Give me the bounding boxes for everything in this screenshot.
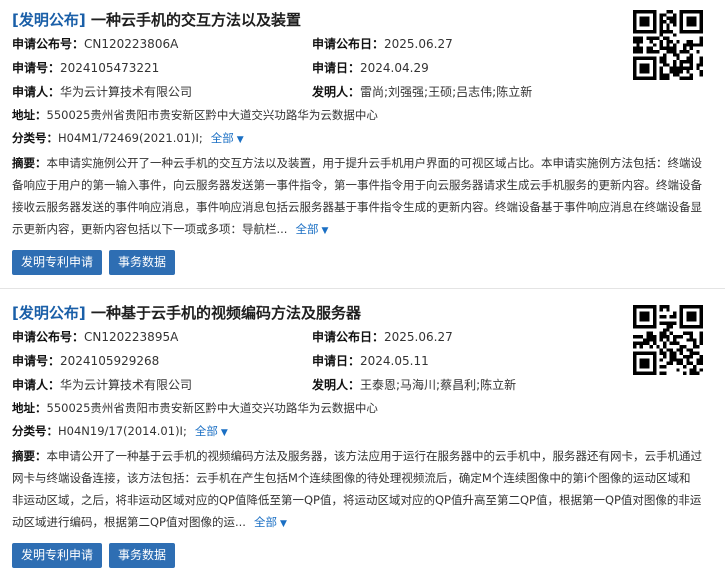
app-no-value: 2024105473221 [60,61,160,75]
abstract: 摘要：本申请实施例公开了一种云手机的交互方法以及装置，用于提升云手机用户界面的可… [12,152,702,242]
pub-date-value: 2025.06.27 [384,330,453,344]
affairs-data-button[interactable]: 事务数据 [109,543,176,568]
inventor-value: 雷尚;刘强强;王硕;吕志伟;陈立新 [360,85,533,99]
classification-value: H04M1/72469(2021.01)I; [58,131,203,145]
pub-date-value: 2025.06.27 [384,37,453,51]
abstract-text: 本申请公开了一种基于云手机的视频编码方法及服务器，该方法应用于运行在服务器中的云… [12,449,702,529]
invention-application-button[interactable]: 发明专利申请 [12,543,103,568]
expand-label: 全部 [253,515,277,529]
invention-application-button[interactable]: 发明专利申请 [12,250,103,275]
inventor-label: 发明人： [312,378,361,392]
qr-code-icon [633,10,703,80]
affairs-data-button[interactable]: 事务数据 [109,250,176,275]
inventor-label: 发明人： [312,85,361,99]
applicant-value: 华为云计算技术有限公司 [60,85,193,99]
patent-title[interactable]: [发明公布] 一种云手机的交互方法以及装置 [12,8,713,32]
abstract-expand-link[interactable]: 全部 ▼ [254,515,287,529]
caret-down-icon: ▼ [279,519,287,529]
qr-code-icon [633,305,703,375]
expand-label: 全部 [194,424,218,438]
address-label: 地址： [12,401,47,415]
address-value: 550025贵州省贵阳市贵安新区黔中大道交兴功路华为云数据中心 [46,108,378,122]
pub-no-label: 申请公布号： [12,37,85,51]
expand-label: 全部 [210,131,234,145]
patent-title[interactable]: [发明公布] 一种基于云手机的视频编码方法及服务器 [12,301,713,325]
app-date-value: 2024.05.11 [360,354,429,368]
pub-date-label: 申请公布日： [312,330,385,344]
patent-title-text[interactable]: 一种基于云手机的视频编码方法及服务器 [91,304,361,322]
patent-type-tag: [发明公布] [12,304,86,322]
app-no-label: 申请号： [12,61,61,75]
applicant-value: 华为云计算技术有限公司 [60,378,193,392]
address-value: 550025贵州省贵阳市贵安新区黔中大道交兴功路华为云数据中心 [46,401,378,415]
pub-no-label: 申请公布号： [12,330,85,344]
classification-label: 分类号： [12,424,58,438]
patent-card-2: [发明公布] 一种基于云手机的视频编码方法及服务器 申请公布号：CN120223… [0,289,725,574]
abstract: 摘要：本申请公开了一种基于云手机的视频编码方法及服务器，该方法应用于运行在服务器… [12,445,702,535]
applicant-label: 申请人： [12,378,61,392]
abstract-expand-link[interactable]: 全部 ▼ [295,222,328,236]
classification-expand-link[interactable]: 全部 ▼ [211,131,244,145]
app-date-label: 申请日： [312,61,361,75]
abstract-label: 摘要： [12,156,47,170]
classification-expand-link[interactable]: 全部 ▼ [195,424,228,438]
caret-down-icon: ▼ [321,226,329,236]
app-no-label: 申请号： [12,354,61,368]
classification-label: 分类号： [12,131,58,145]
patent-card-1: [发明公布] 一种云手机的交互方法以及装置 申请公布号：CN120223806A… [0,0,725,288]
app-date-label: 申请日： [312,354,361,368]
pub-no-value: CN120223895A [84,330,179,344]
app-no-value: 2024105929268 [60,354,160,368]
pub-no-value: CN120223806A [84,37,179,51]
classification-value: H04N19/17(2014.01)I; [58,424,187,438]
app-date-value: 2024.04.29 [360,61,429,75]
address-label: 地址： [12,108,47,122]
applicant-label: 申请人： [12,85,61,99]
abstract-text: 本申请实施例公开了一种云手机的交互方法以及装置，用于提升云手机用户界面的可视区域… [12,156,702,236]
caret-down-icon: ▼ [236,135,244,145]
abstract-label: 摘要： [12,449,47,463]
pub-date-label: 申请公布日： [312,37,385,51]
caret-down-icon: ▼ [220,428,228,438]
patent-type-tag: [发明公布] [12,11,86,29]
expand-label: 全部 [295,222,319,236]
patent-title-text[interactable]: 一种云手机的交互方法以及装置 [91,11,301,29]
inventor-value: 王泰恩;马海川;蔡昌利;陈立新 [360,378,517,392]
